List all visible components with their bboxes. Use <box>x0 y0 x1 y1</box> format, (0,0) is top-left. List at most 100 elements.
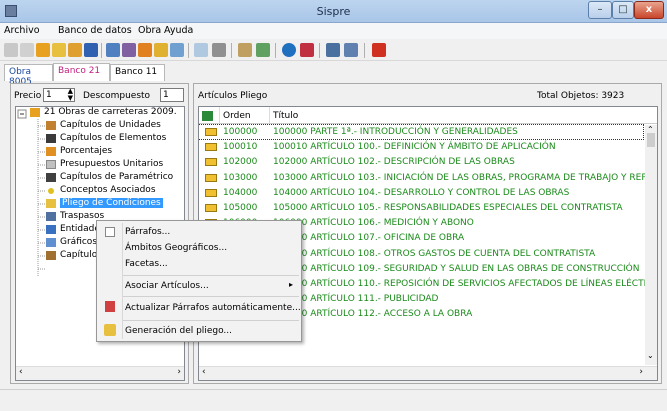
edit-icon[interactable] <box>106 43 120 57</box>
descompuesto-spinner[interactable]: 1 <box>160 88 184 102</box>
maximize-button[interactable]: □ <box>612 1 634 19</box>
title-bar: Sispre – □ x <box>0 0 667 23</box>
menu-banco-de-datos[interactable]: Banco de datos <box>58 25 132 36</box>
globe-icon[interactable] <box>282 43 296 57</box>
tree-item-pliego[interactable]: Pliego de Condiciones <box>46 198 184 211</box>
menu-gutter <box>122 223 123 339</box>
percent-icon[interactable] <box>138 43 152 57</box>
scroll-left-icon[interactable]: ‹ <box>202 367 206 377</box>
blank-page-icon[interactable] <box>4 43 18 57</box>
save-icon[interactable] <box>84 43 98 57</box>
article-icon <box>205 143 217 152</box>
row-code: 102000 <box>223 157 258 168</box>
article-icon <box>205 173 217 182</box>
scroll-thumb[interactable] <box>647 133 655 147</box>
minimize-button[interactable]: – <box>588 1 612 19</box>
text-icon[interactable] <box>238 43 252 57</box>
menu-separator <box>123 320 299 321</box>
tree-item-presupuestos[interactable]: Presupuestos Unitarios <box>46 159 184 172</box>
menu-item-actualizar[interactable]: Actualizar Párrafos automáticamente... <box>125 303 301 313</box>
tree-item-capitulos-parametrico[interactable]: Capítulos de Paramétrico <box>46 172 184 185</box>
menu-bar: Archivo Banco de datos Obra Ayuda <box>0 23 667 39</box>
undo-icon[interactable] <box>344 43 358 57</box>
spinner-arrows-icon[interactable]: ▲ ▼ <box>68 88 73 102</box>
print-icon[interactable] <box>212 43 226 57</box>
row-code: 105000 <box>223 203 258 213</box>
article-icon <box>205 188 217 197</box>
row-title: 106000 ARTÍCULO 106.- MEDICIÓN Y ABONO <box>273 218 474 229</box>
tree-label: Capítulos de Elementos <box>60 133 167 143</box>
column-orden[interactable]: Orden <box>223 111 251 121</box>
table-row[interactable]: 104000 104000 ARTÍCULO 104.- DESARROLLO Y… <box>199 186 643 200</box>
menu-ayuda[interactable]: Ayuda <box>164 25 193 36</box>
row-title: 112000 ARTÍCULO 112.- ACCESO A LA OBRA <box>273 309 473 320</box>
toolbar <box>0 39 667 61</box>
submenu-arrow-icon: ▸ <box>289 280 294 289</box>
table-row[interactable]: 100000 100000 PARTE 1ª.- INTRODUCCIÓN Y G… <box>199 124 644 140</box>
view-icon[interactable] <box>194 43 208 57</box>
menu-item-ambitos[interactable]: Ámbitos Geográficos... <box>125 243 227 253</box>
row-title: 100000 PARTE 1ª.- INTRODUCCIÓN Y GENERAL… <box>273 127 518 137</box>
row-title: 105000 ARTÍCULO 105.- RESPONSABILIDADES … <box>273 203 623 213</box>
close-button[interactable]: x <box>634 1 664 19</box>
row-code: 104000 <box>223 187 258 198</box>
tree-item-porcentajes[interactable]: Porcentajes <box>46 146 184 159</box>
menu-item-facetas[interactable]: Facetas... <box>125 259 168 269</box>
scroll-left-icon[interactable]: ‹ <box>19 367 23 377</box>
column-titulo[interactable]: Título <box>273 111 298 121</box>
column-divider <box>269 107 270 124</box>
tree-label: Porcentajes <box>60 146 113 156</box>
menu-archivo[interactable]: Archivo <box>4 25 40 36</box>
book-icon <box>46 251 56 260</box>
tree-label: 21 Obras de carreteras 2009. <box>44 107 177 117</box>
precio-spinner[interactable]: 1 ▲ ▼ <box>43 88 75 102</box>
column-divider <box>219 107 220 124</box>
scroll-down-icon[interactable]: ⌄ <box>647 351 654 360</box>
table-row[interactable]: 100010 100010 ARTÍCULO 100.- DEFINICIÓN Y… <box>199 140 643 154</box>
menu-separator <box>123 296 299 297</box>
tools-cross-icon[interactable] <box>300 43 314 57</box>
open-icon[interactable] <box>20 43 34 57</box>
tools-icon[interactable] <box>122 43 136 57</box>
tree-item-capitulos-unidades[interactable]: Capítulos de Unidades <box>46 120 184 133</box>
grid-header: Orden Título <box>199 107 657 124</box>
tab-banco-21[interactable]: Banco 21 <box>53 63 110 81</box>
tree-label: Capítulos de Unidades <box>60 120 161 130</box>
document-icon <box>46 160 56 169</box>
context-menu: Párrafos... Ámbitos Geográficos... Facet… <box>96 220 302 342</box>
table-row[interactable]: 103000 103000 ARTÍCULO 103.- INICIACIÓN D… <box>199 171 657 185</box>
menu-item-asociar[interactable]: Asociar Artículos... <box>125 281 209 291</box>
excel-icon[interactable] <box>202 111 213 121</box>
menu-item-generacion[interactable]: Generación del pliego... <box>125 326 232 336</box>
table-row[interactable]: 102000 102000 ARTÍCULO 102.- DESCRIPCIÓN … <box>199 155 643 169</box>
paragraphs-icon <box>105 227 115 237</box>
article-icon <box>205 158 217 167</box>
folder-open-icon[interactable] <box>52 43 66 57</box>
tree-hscrollbar[interactable]: ‹ › <box>16 366 184 380</box>
tab-banco-11[interactable]: Banco 11 <box>110 64 165 81</box>
book-icon[interactable] <box>36 43 50 57</box>
row-code: 100000 <box>223 127 258 137</box>
tree-item-capitulos-elementos[interactable]: Capítulos de Elementos <box>46 133 184 146</box>
total-objects: Total Objetos: 3923 <box>537 91 625 101</box>
menu-obra[interactable]: Obra <box>138 25 161 36</box>
table-row[interactable]: 105000 105000 ARTÍCULO 105.- RESPONSABILI… <box>199 201 643 215</box>
binoculars-icon[interactable] <box>326 43 340 57</box>
power-icon[interactable] <box>372 43 386 57</box>
tree-label: Presupuestos Unitarios <box>60 159 164 169</box>
export-icon[interactable] <box>170 43 184 57</box>
tree-root[interactable]: 21 Obras de carreteras 2009. <box>30 107 184 120</box>
percent-icon <box>46 147 56 156</box>
toolbar-separator <box>319 43 320 58</box>
scroll-right-icon[interactable]: › <box>177 367 181 377</box>
menu-item-parrafos[interactable]: Párrafos... <box>125 227 170 237</box>
tree-icon[interactable] <box>154 43 168 57</box>
tree-label: Capítulos de Paramétrico <box>60 172 174 182</box>
chart-icon[interactable] <box>256 43 270 57</box>
grid-vscrollbar[interactable]: ⌃ ⌄ <box>645 125 657 365</box>
grid-hscrollbar[interactable]: ‹ › <box>199 366 657 380</box>
folder-icon[interactable] <box>68 43 82 57</box>
tree-item-conceptos-asociados[interactable]: Conceptos Asociados <box>46 185 184 198</box>
tab-obra[interactable]: Obra 8005 <box>4 64 53 87</box>
scroll-right-icon[interactable]: › <box>639 367 643 377</box>
